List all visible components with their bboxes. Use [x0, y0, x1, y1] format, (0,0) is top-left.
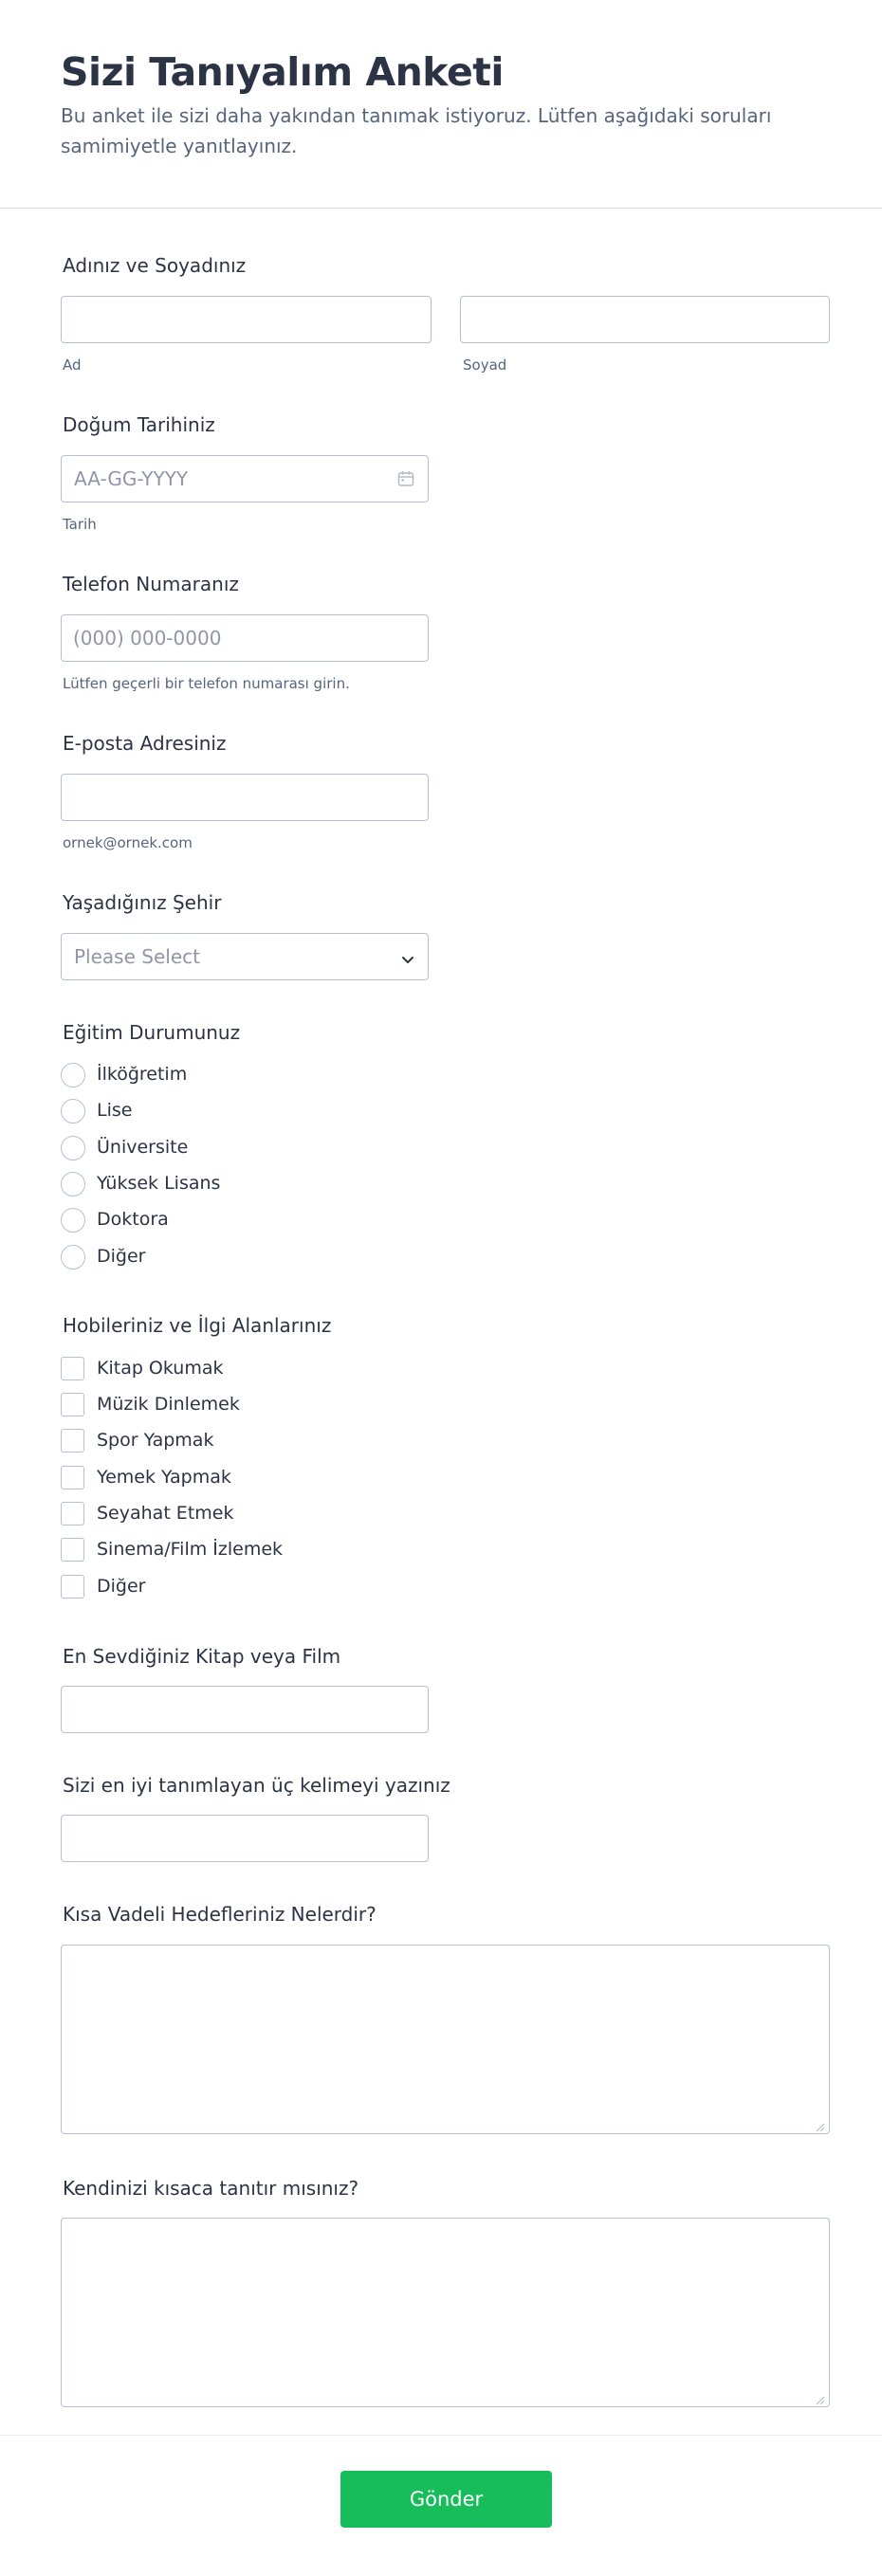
birthdate-input[interactable]: AA-GG-YYYY	[61, 455, 429, 502]
checkbox[interactable]	[61, 1466, 84, 1489]
email-sublabel: ornek@ornek.com	[63, 834, 193, 851]
hobby-option-label: Müzik Dinlemek	[97, 1394, 240, 1415]
city-select[interactable]: Please Select	[61, 933, 429, 980]
education-option-label: Diğer	[97, 1246, 146, 1267]
checkbox[interactable]	[61, 1538, 84, 1562]
footer-divider	[0, 2435, 882, 2436]
phone-sublabel: Lütfen geçerli bir telefon numarası giri…	[63, 675, 350, 692]
education-option[interactable]: Lise	[61, 1097, 440, 1124]
last-name-sublabel: Soyad	[463, 356, 507, 374]
form-title: Sizi Tanıyalım Anketi	[61, 49, 504, 95]
city-selected-value: Please Select	[74, 945, 200, 968]
first-name-input[interactable]	[61, 296, 432, 343]
hobby-option[interactable]: Spor Yapmak	[61, 1427, 440, 1453]
radio-button[interactable]	[61, 1245, 85, 1270]
checkbox[interactable]	[61, 1575, 84, 1599]
education-option-label: Yüksek Lisans	[97, 1173, 221, 1194]
form-header: Sizi Tanıyalım Anketi Bu anket ile sizi …	[0, 0, 882, 209]
calendar-icon[interactable]	[397, 470, 414, 491]
submit-button[interactable]: Gönder	[340, 2471, 552, 2528]
favorite-input[interactable]	[61, 1686, 429, 1733]
radio-button[interactable]	[61, 1099, 85, 1124]
education-option[interactable]: Diğer	[61, 1243, 440, 1270]
hobby-option-label: Spor Yapmak	[97, 1430, 214, 1451]
checkbox[interactable]	[61, 1357, 84, 1380]
education-option-label: İlköğretim	[97, 1064, 188, 1085]
hobby-option[interactable]: Diğer	[61, 1573, 440, 1599]
hobby-option[interactable]: Müzik Dinlemek	[61, 1391, 440, 1417]
hobby-option[interactable]: Kitap Okumak	[61, 1355, 440, 1381]
name-label: Adınız ve Soyadınız	[63, 254, 247, 277]
hobby-option-label: Kitap Okumak	[97, 1358, 224, 1379]
phone-label: Telefon Numaranız	[63, 573, 239, 595]
email-label: E-posta Adresiniz	[63, 732, 227, 755]
birthdate-sublabel: Tarih	[63, 516, 97, 533]
education-option-label: Üniversite	[97, 1137, 189, 1158]
favorite-label: En Sevdiğiniz Kitap veya Film	[63, 1645, 341, 1668]
birthdate-placeholder: AA-GG-YYYY	[74, 467, 189, 490]
checkbox[interactable]	[61, 1429, 84, 1452]
three-words-label: Sizi en iyi tanımlayan üç kelimeyi yazın…	[63, 1774, 450, 1797]
hobby-option-label: Diğer	[97, 1576, 146, 1597]
three-words-input[interactable]	[61, 1815, 429, 1862]
hobby-option[interactable]: Seyahat Etmek	[61, 1500, 440, 1526]
radio-button[interactable]	[61, 1136, 85, 1160]
radio-button[interactable]	[61, 1208, 85, 1233]
hobby-option-label: Sinema/Film İzlemek	[97, 1539, 284, 1560]
checkbox[interactable]	[61, 1393, 84, 1416]
about-textarea[interactable]	[61, 2218, 830, 2407]
education-label: Eğitim Durumunuz	[63, 1021, 241, 1044]
education-option[interactable]: Yüksek Lisans	[61, 1170, 440, 1197]
first-name-sublabel: Ad	[63, 356, 82, 374]
radio-button[interactable]	[61, 1172, 85, 1197]
hobbies-label: Hobileriniz ve İlgi Alanlarınız	[63, 1314, 332, 1337]
education-option-label: Lise	[97, 1100, 133, 1121]
birthdate-label: Doğum Tarihiniz	[63, 413, 215, 436]
resize-grip-icon[interactable]	[814, 2118, 825, 2132]
checkbox[interactable]	[61, 1502, 84, 1526]
city-label: Yaşadığınız Şehir	[63, 891, 222, 914]
goals-label: Kısa Vadeli Hedefleriniz Nelerdir?	[63, 1903, 377, 1926]
about-label: Kendinizi kısaca tanıtır mısınız?	[63, 2177, 359, 2200]
chevron-down-icon	[401, 951, 414, 969]
last-name-input[interactable]	[460, 296, 830, 343]
education-option[interactable]: İlköğretim	[61, 1061, 440, 1087]
hobby-option[interactable]: Sinema/Film İzlemek	[61, 1536, 440, 1562]
resize-grip-icon[interactable]	[814, 2391, 825, 2405]
education-option-label: Doktora	[97, 1209, 169, 1230]
phone-input[interactable]	[61, 614, 429, 662]
email-input[interactable]	[61, 774, 429, 821]
radio-button[interactable]	[61, 1063, 85, 1087]
goals-textarea[interactable]	[61, 1945, 830, 2134]
form-subtitle: Bu anket ile sizi daha yakından tanımak …	[61, 104, 772, 157]
hobby-option-label: Seyahat Etmek	[97, 1503, 234, 1524]
hobby-option-label: Yemek Yapmak	[97, 1467, 231, 1488]
education-option[interactable]: Doktora	[61, 1206, 440, 1233]
hobby-option[interactable]: Yemek Yapmak	[61, 1464, 440, 1490]
education-option[interactable]: Üniversite	[61, 1134, 440, 1160]
